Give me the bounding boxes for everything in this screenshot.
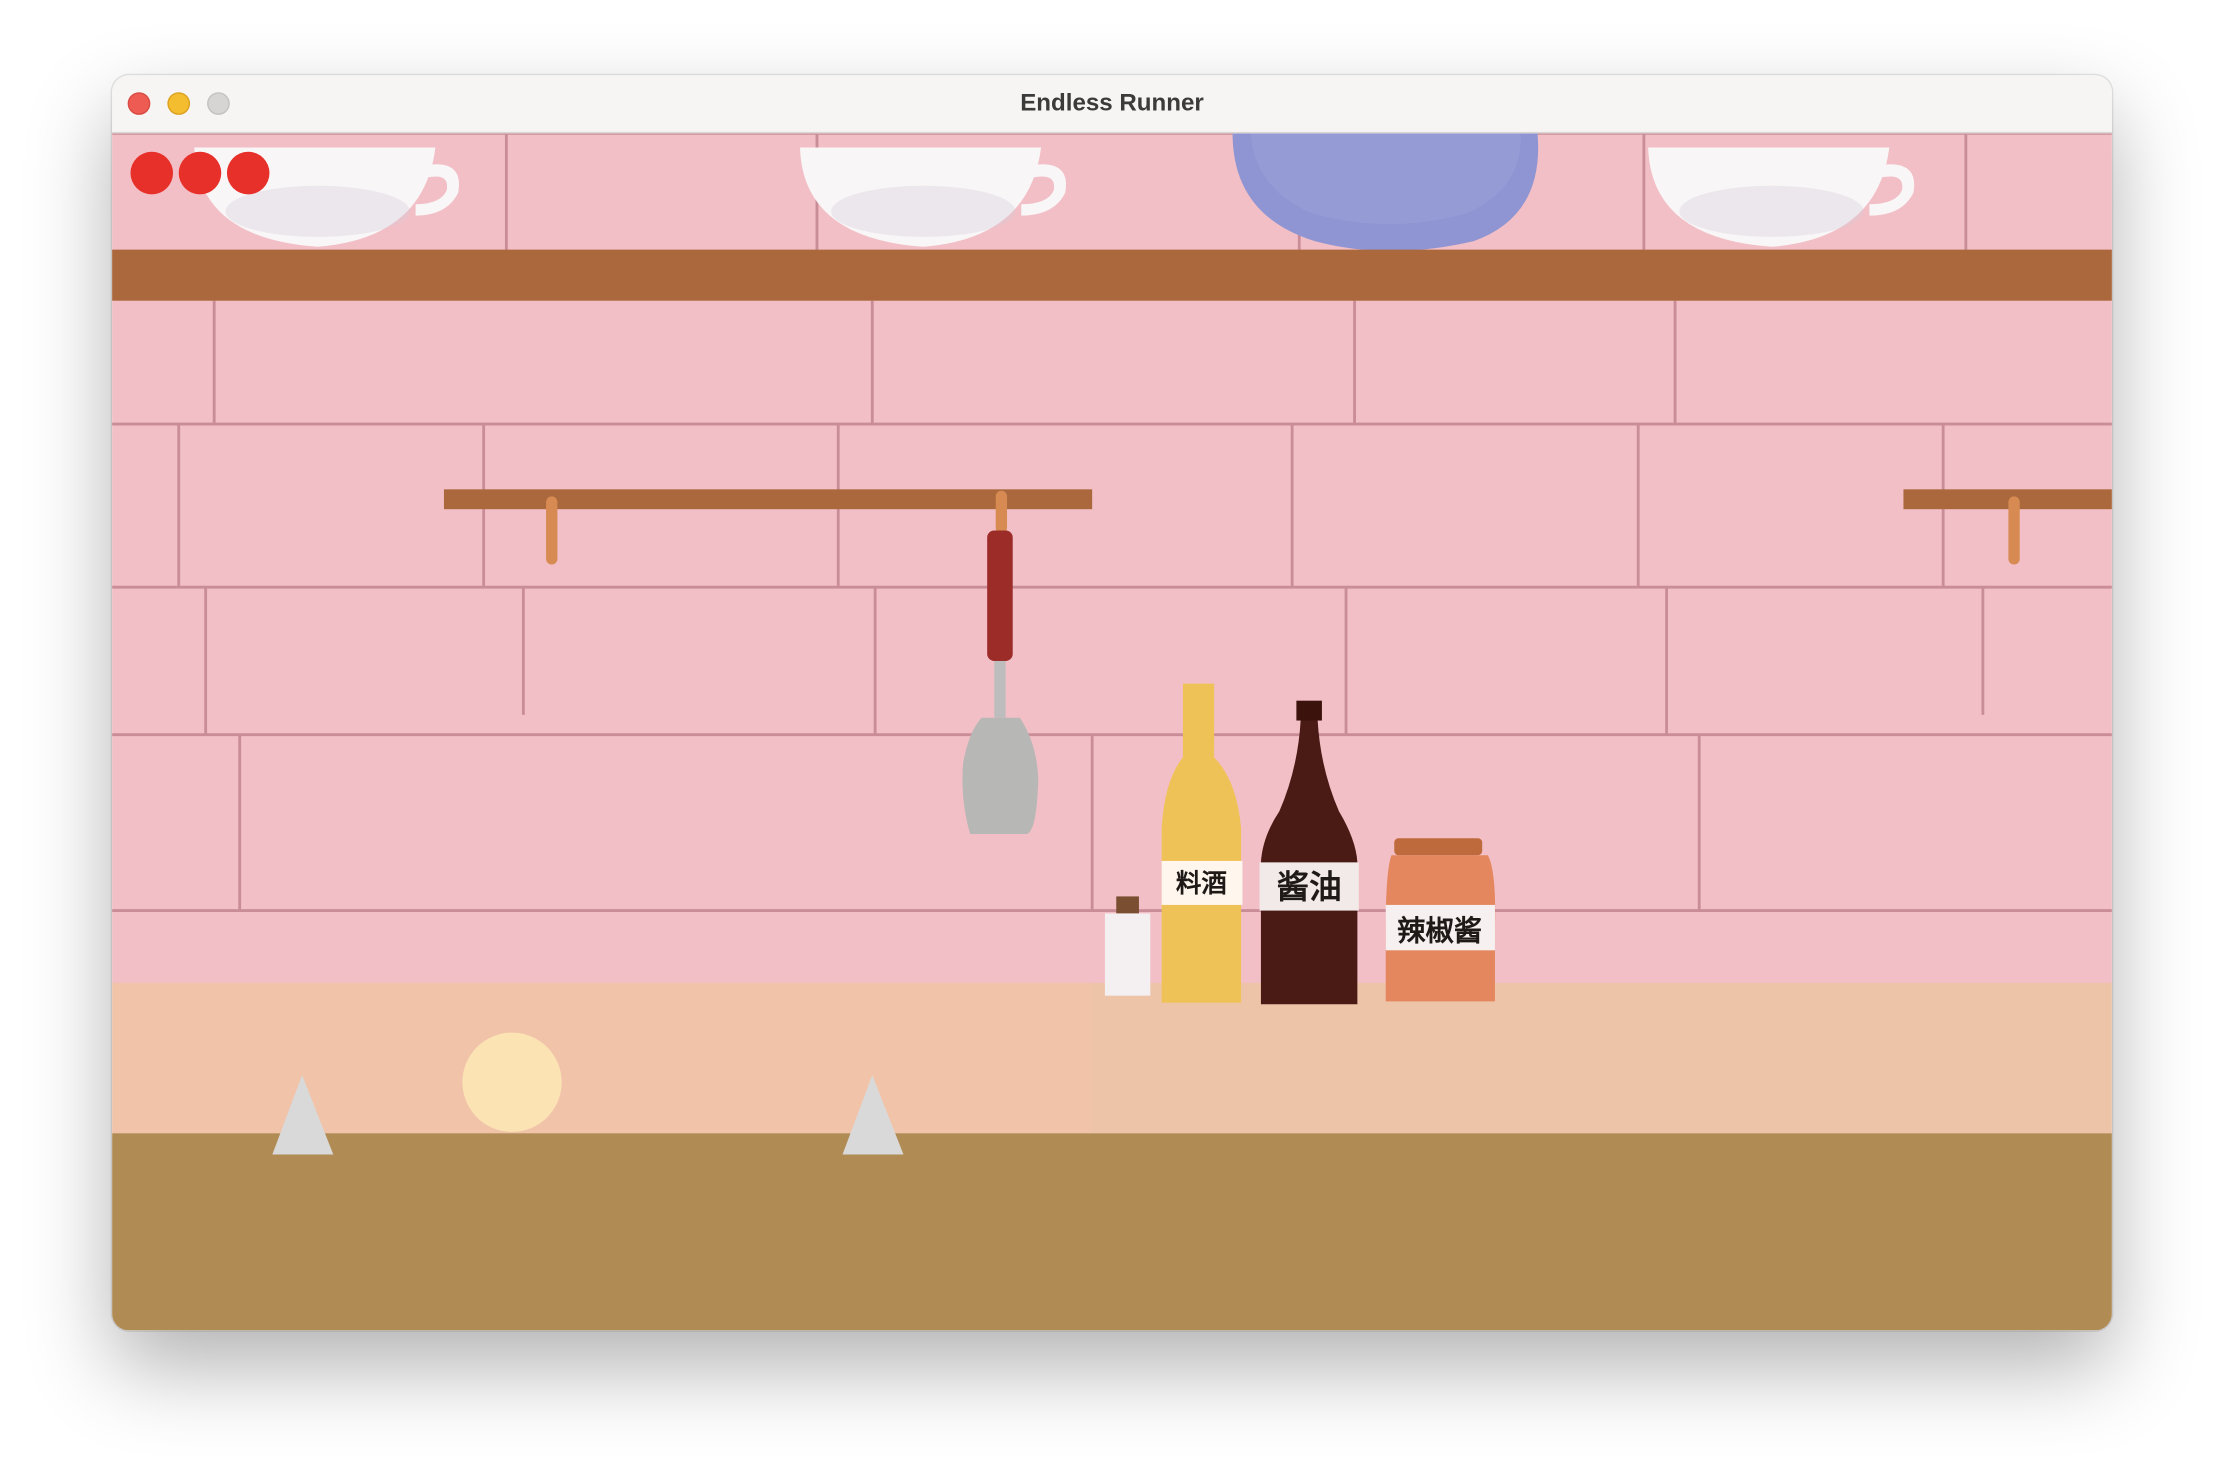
- utensil-rail-left: [443, 489, 1093, 510]
- window-title: Endless Runner: [1020, 89, 1204, 117]
- title-bar[interactable]: Endless Runner: [112, 75, 2112, 134]
- soy-sauce-label: 酱油: [1277, 867, 1342, 906]
- top-shelf: [112, 249, 2112, 301]
- chili-sauce-jar: 辣椒酱: [1385, 838, 1496, 1002]
- game-canvas[interactable]: 料酒 酱油 辣椒酱: [112, 133, 2112, 1331]
- app-window: Endless Runner 料酒 酱油 辣椒酱: [112, 75, 2112, 1331]
- chili-sauce-label: 辣椒酱: [1397, 913, 1482, 947]
- rail-hook-2: [995, 490, 1008, 534]
- counter-shadow: [112, 982, 1091, 1134]
- lives-indicator: [130, 151, 270, 195]
- life-heart-3: [226, 151, 270, 195]
- rail-hook-1: [546, 496, 558, 565]
- ground: [112, 1133, 2112, 1331]
- player-ball: [462, 1032, 562, 1132]
- utensil-rail-right: [1903, 489, 2112, 510]
- life-heart-1: [130, 151, 174, 195]
- game-scene: 料酒 酱油 辣椒酱: [112, 133, 2112, 1331]
- rail-hook-3: [2008, 496, 2020, 565]
- cooking-wine-label: 料酒: [1176, 869, 1227, 899]
- life-heart-2: [178, 151, 222, 195]
